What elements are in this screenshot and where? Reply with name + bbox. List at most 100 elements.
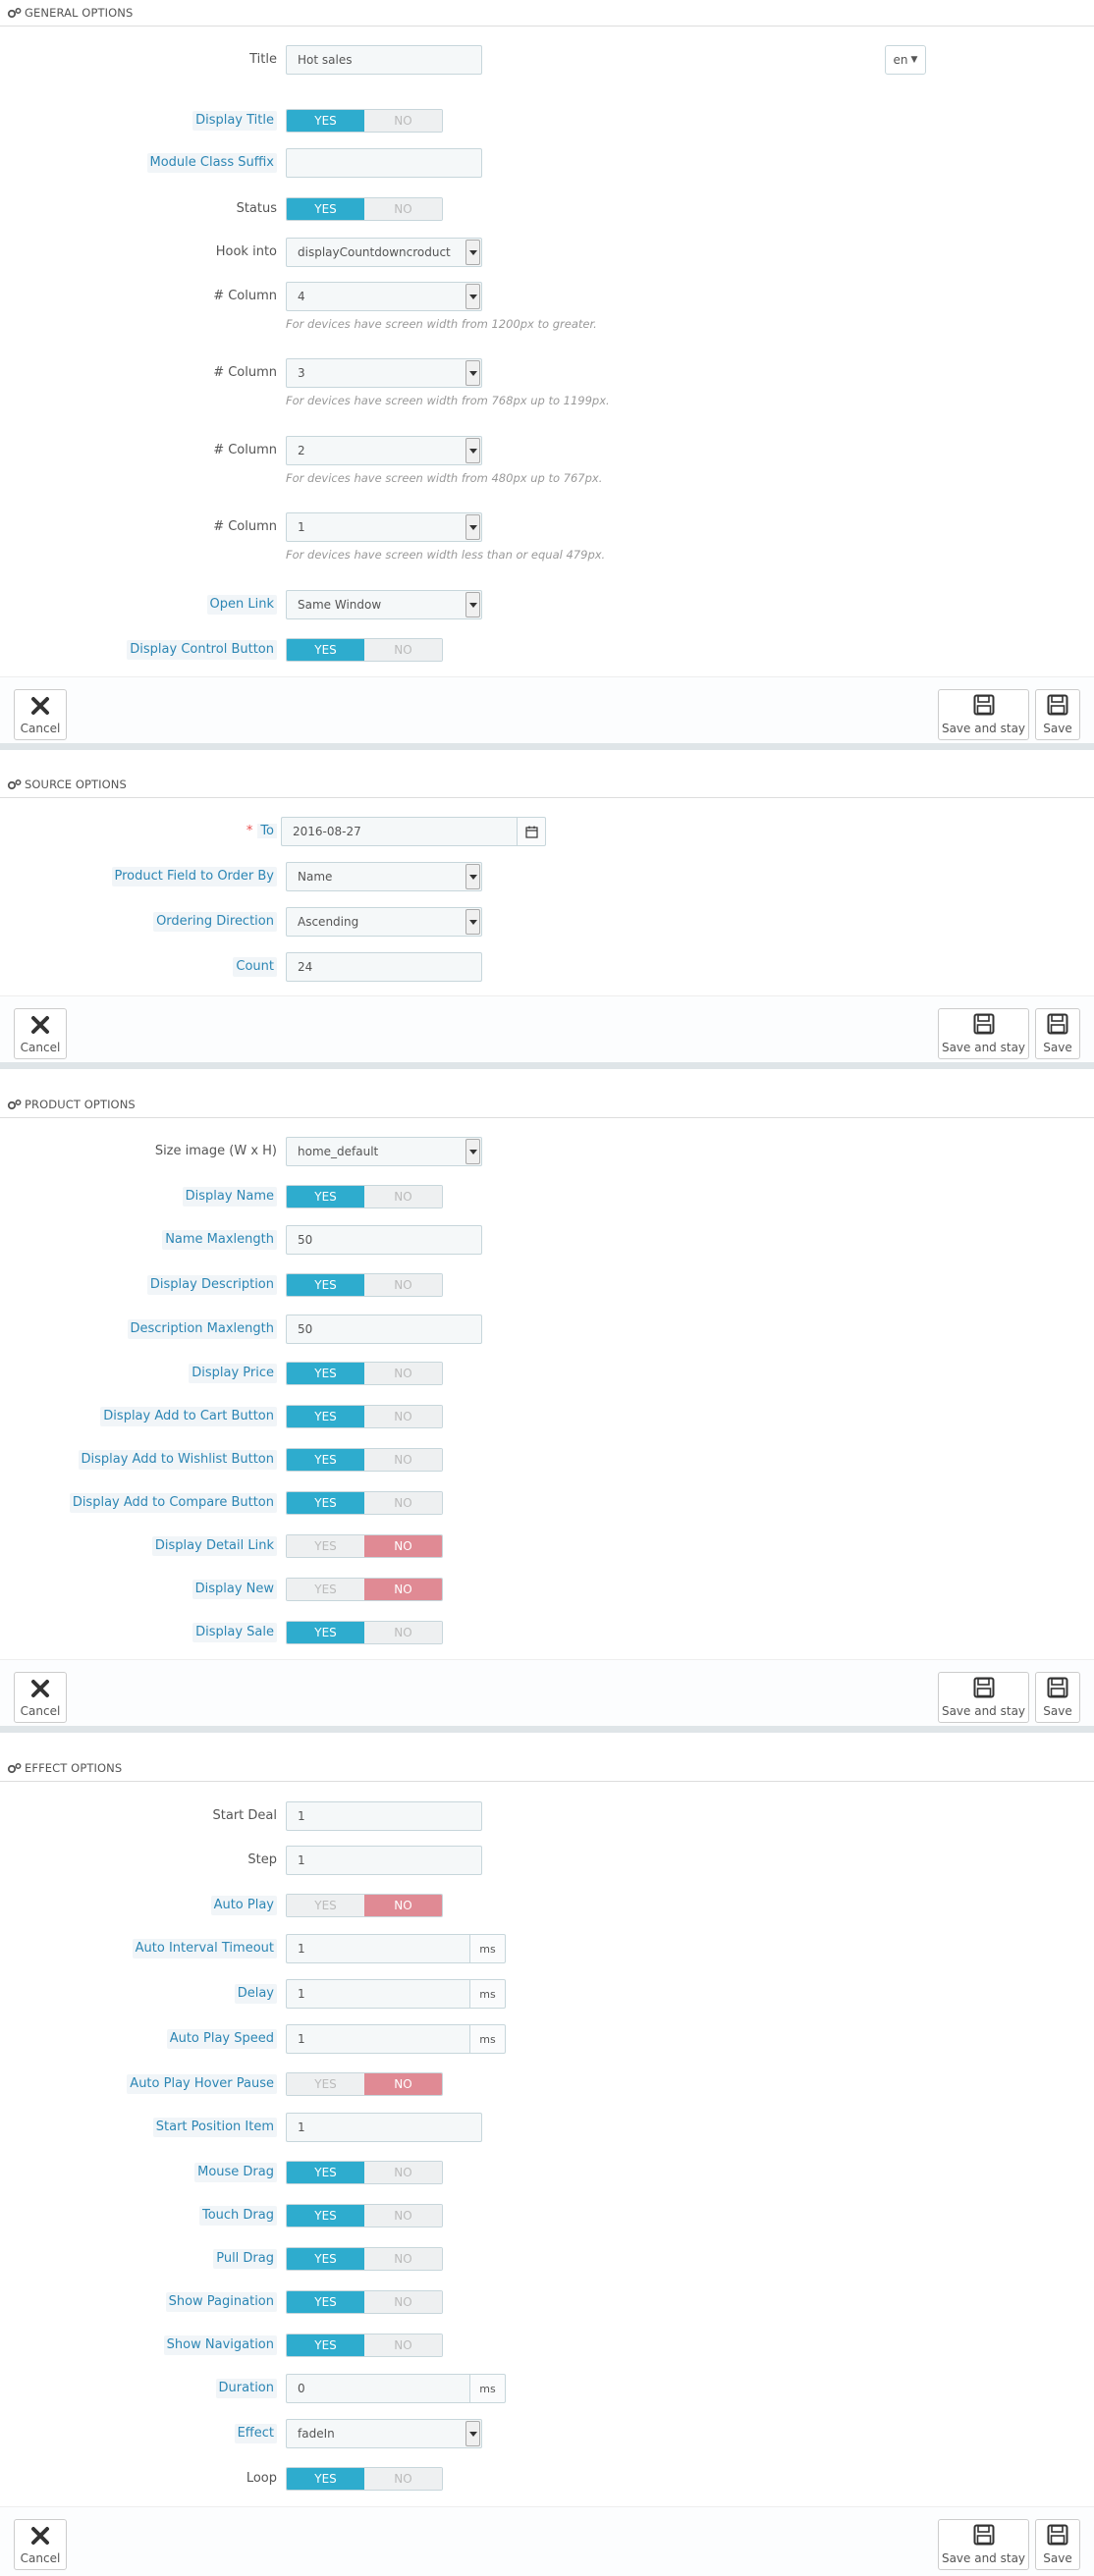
column-md-select[interactable]: 3: [286, 358, 482, 388]
cancel-button[interactable]: Cancel: [14, 1672, 67, 1723]
save-and-stay-button[interactable]: Save and stay: [938, 2519, 1029, 2570]
switch-yes[interactable]: YES: [287, 2291, 364, 2313]
switch-no[interactable]: NO: [364, 1363, 442, 1384]
speed-input[interactable]: 1: [286, 2024, 469, 2054]
pull-drag-switch[interactable]: YES NO: [286, 2247, 443, 2271]
save-button[interactable]: Save: [1035, 1672, 1080, 1723]
class-suffix-input[interactable]: [286, 148, 482, 178]
switch-yes[interactable]: YES: [287, 2205, 364, 2227]
step-input[interactable]: 1: [286, 1846, 482, 1875]
switch-no[interactable]: NO: [364, 639, 442, 661]
switch-no[interactable]: NO: [364, 1535, 442, 1557]
touch-drag-switch[interactable]: YES NO: [286, 2204, 443, 2227]
switch-yes[interactable]: YES: [287, 639, 364, 661]
size-image-select[interactable]: home_default: [286, 1137, 482, 1166]
auto-play-switch[interactable]: YES NO: [286, 1894, 443, 1917]
switch-yes[interactable]: YES: [287, 1535, 364, 1557]
to-date-input[interactable]: 2016-08-27: [281, 817, 517, 846]
switch-no[interactable]: NO: [364, 1622, 442, 1643]
switch-no[interactable]: NO: [364, 2334, 442, 2356]
panel-footer: Cancel Save and stay Save: [0, 1659, 1094, 1733]
switch-no[interactable]: NO: [364, 2248, 442, 2270]
chevron-down-icon: [465, 1139, 480, 1164]
switch-no[interactable]: NO: [364, 1274, 442, 1296]
display-price-switch[interactable]: YES NO: [286, 1362, 443, 1385]
save-and-stay-button[interactable]: Save and stay: [938, 1008, 1029, 1059]
cancel-button[interactable]: Cancel: [14, 1008, 67, 1059]
title-label: Title: [249, 52, 277, 67]
switch-yes[interactable]: YES: [287, 1406, 364, 1427]
switch-no[interactable]: NO: [364, 198, 442, 220]
switch-yes[interactable]: YES: [287, 1186, 364, 1208]
pagination-switch[interactable]: YES NO: [286, 2290, 443, 2314]
switch-yes[interactable]: YES: [287, 2248, 364, 2270]
status-switch[interactable]: YES NO: [286, 197, 443, 221]
add-compare-switch[interactable]: YES NO: [286, 1491, 443, 1515]
switch-no[interactable]: NO: [364, 1406, 442, 1427]
switch-yes[interactable]: YES: [287, 1449, 364, 1471]
switch-yes[interactable]: YES: [287, 1274, 364, 1296]
switch-no[interactable]: NO: [364, 1186, 442, 1208]
switch-yes[interactable]: YES: [287, 198, 364, 220]
add-wishlist-switch[interactable]: YES NO: [286, 1448, 443, 1472]
switch-no[interactable]: NO: [364, 2468, 442, 2490]
switch-yes[interactable]: YES: [287, 2468, 364, 2490]
switch-no[interactable]: NO: [364, 2073, 442, 2095]
switch-yes[interactable]: YES: [287, 1622, 364, 1643]
effect-select[interactable]: fadeIn: [286, 2419, 482, 2448]
switch-yes[interactable]: YES: [287, 2162, 364, 2183]
save-button[interactable]: Save: [1035, 1008, 1080, 1059]
switch-no[interactable]: NO: [364, 1895, 442, 1916]
switch-no[interactable]: NO: [364, 1492, 442, 1514]
add-cart-switch[interactable]: YES NO: [286, 1405, 443, 1428]
open-link-select[interactable]: Same Window: [286, 590, 482, 619]
switch-no[interactable]: NO: [364, 2205, 442, 2227]
description-maxlength-input[interactable]: 50: [286, 1315, 482, 1344]
calendar-button[interactable]: [517, 817, 546, 846]
direction-select[interactable]: Ascending: [286, 907, 482, 937]
order-by-select[interactable]: Name: [286, 862, 482, 891]
interval-input[interactable]: 1: [286, 1934, 469, 1963]
display-new-switch[interactable]: YES NO: [286, 1578, 443, 1601]
display-sale-switch[interactable]: YES NO: [286, 1621, 443, 1644]
duration-input[interactable]: 0: [286, 2374, 469, 2403]
column-xs-select[interactable]: 1: [286, 512, 482, 542]
count-input[interactable]: 24: [286, 952, 482, 982]
cancel-button[interactable]: Cancel: [14, 689, 67, 740]
switch-yes[interactable]: YES: [287, 2334, 364, 2356]
loop-switch[interactable]: YES NO: [286, 2467, 443, 2491]
save-and-stay-button[interactable]: Save and stay: [938, 1672, 1029, 1723]
display-description-switch[interactable]: YES NO: [286, 1273, 443, 1297]
title-input[interactable]: Hot sales: [286, 45, 482, 75]
detail-link-switch[interactable]: YES NO: [286, 1534, 443, 1558]
save-button[interactable]: Save: [1035, 2519, 1080, 2570]
cancel-button[interactable]: Cancel: [14, 2519, 67, 2570]
column-lg-select[interactable]: 4: [286, 282, 482, 311]
column-sm-select[interactable]: 2: [286, 436, 482, 465]
start-position-input[interactable]: 1: [286, 2113, 482, 2142]
delay-input[interactable]: 1: [286, 1979, 469, 2009]
save-button[interactable]: Save: [1035, 689, 1080, 740]
save-and-stay-button[interactable]: Save and stay: [938, 689, 1029, 740]
name-maxlength-input[interactable]: 50: [286, 1225, 482, 1255]
switch-no[interactable]: NO: [364, 1449, 442, 1471]
control-button-switch[interactable]: YES NO: [286, 638, 443, 662]
hook-select[interactable]: displayCountdowncroduct: [286, 238, 482, 267]
switch-yes[interactable]: YES: [287, 2073, 364, 2095]
display-name-switch[interactable]: YES NO: [286, 1185, 443, 1208]
language-dropdown[interactable]: en ▼: [885, 45, 926, 75]
switch-no[interactable]: NO: [364, 2291, 442, 2313]
switch-yes[interactable]: YES: [287, 1363, 364, 1384]
switch-yes[interactable]: YES: [287, 110, 364, 132]
switch-yes[interactable]: YES: [287, 1895, 364, 1916]
switch-no[interactable]: NO: [364, 2162, 442, 2183]
start-deal-input[interactable]: 1: [286, 1801, 482, 1831]
hover-pause-switch[interactable]: YES NO: [286, 2072, 443, 2096]
switch-yes[interactable]: YES: [287, 1579, 364, 1600]
navigation-switch[interactable]: YES NO: [286, 2334, 443, 2357]
mouse-drag-switch[interactable]: YES NO: [286, 2161, 443, 2184]
display-title-switch[interactable]: YES NO: [286, 109, 443, 133]
switch-yes[interactable]: YES: [287, 1492, 364, 1514]
switch-no[interactable]: NO: [364, 1579, 442, 1600]
switch-no[interactable]: NO: [364, 110, 442, 132]
